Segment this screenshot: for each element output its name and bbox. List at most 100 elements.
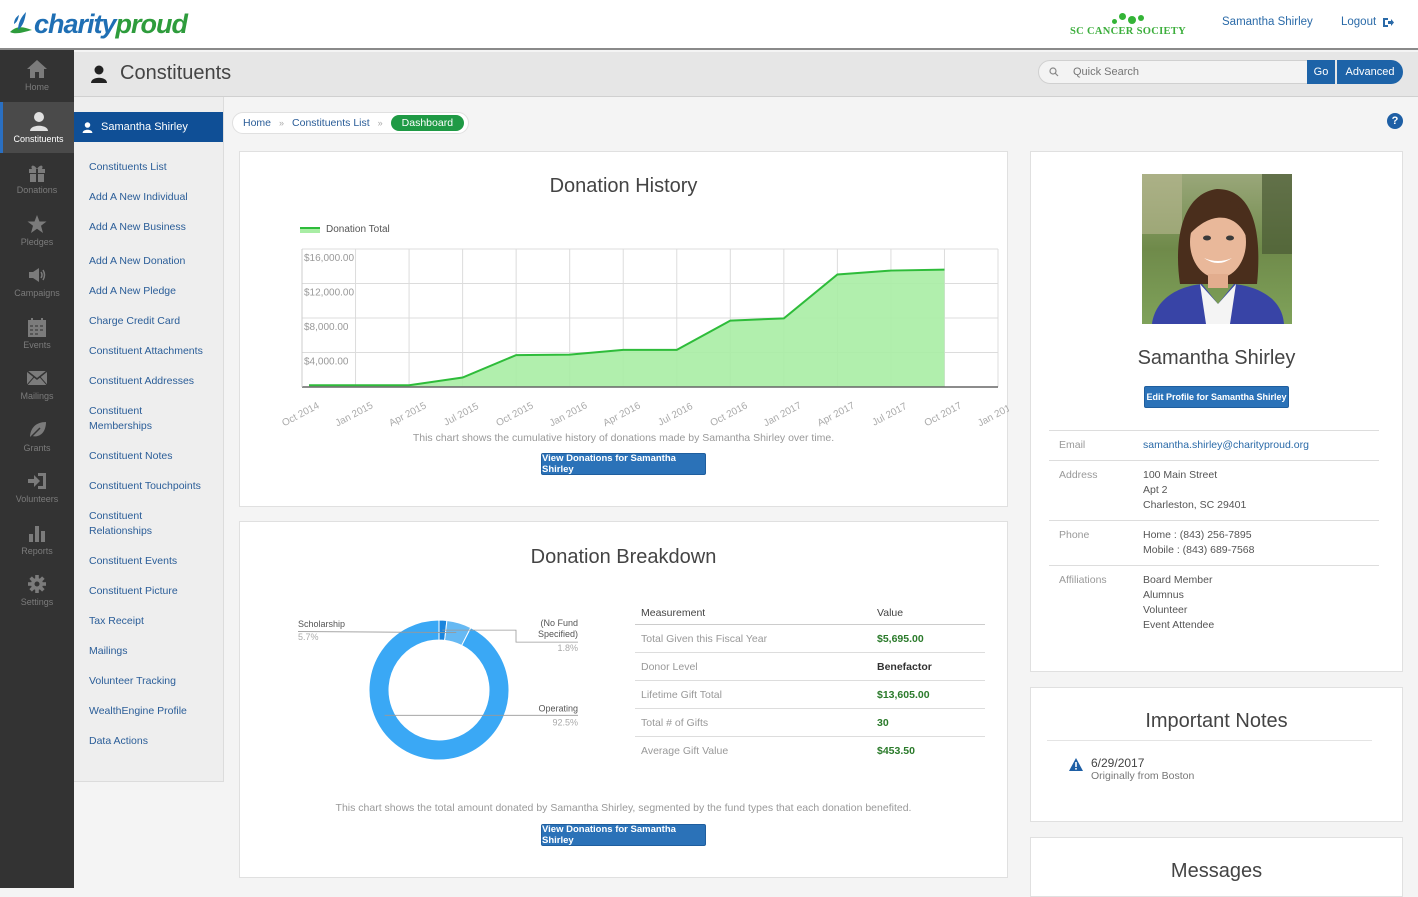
user-icon	[90, 65, 108, 83]
table-header-row: Measurement Value	[635, 602, 985, 625]
breadcrumb-separator: »	[378, 118, 383, 128]
measurement-value: 30	[871, 709, 985, 737]
column-header-value: Value	[871, 602, 985, 625]
star-icon	[26, 214, 48, 234]
phone-value: Home : (843) 256-7895 Mobile : (843) 689…	[1133, 521, 1379, 566]
y-tick-label: $12,000.00	[304, 288, 354, 299]
sign-in-icon	[26, 471, 48, 491]
breadcrumb-current: Dashboard	[391, 115, 464, 131]
slice-label: Scholarship	[298, 619, 345, 629]
subnav-volunteer-tracking[interactable]: Volunteer Tracking	[89, 674, 176, 689]
subnav-memberships[interactable]: Constituent Memberships	[89, 404, 169, 434]
x-tick-label: Apr 2016	[602, 400, 643, 429]
nav-label: Settings	[21, 597, 54, 607]
nav-home[interactable]: Home	[0, 50, 74, 102]
current-user-link[interactable]: Samantha Shirley	[1222, 16, 1313, 28]
subnav-add-individual[interactable]: Add A New Individual	[89, 190, 188, 205]
address-line: Charleston, SC 29401	[1143, 498, 1369, 513]
slice-label: (No Fund	[540, 618, 578, 628]
search-go-button[interactable]: Go	[1307, 60, 1335, 84]
subnav-constituents-list[interactable]: Constituents List	[89, 160, 167, 175]
affiliations-label: Affiliations	[1049, 566, 1133, 641]
messages-title: Messages	[1031, 860, 1402, 883]
affiliations-value: Board Member Alumnus Volunteer Event Att…	[1133, 566, 1379, 641]
logout-link[interactable]: Logout	[1341, 16, 1394, 28]
nav-events[interactable]: Events	[0, 308, 74, 360]
subnav-charge-credit-card[interactable]: Charge Credit Card	[89, 314, 180, 329]
help-icon[interactable]: ?	[1387, 113, 1403, 129]
address-value: 100 Main Street Apt 2 Charleston, SC 294…	[1133, 461, 1379, 521]
warning-icon	[1069, 758, 1083, 771]
x-tick-label: Oct 2015	[494, 400, 535, 429]
measurement-label: Average Gift Value	[635, 737, 871, 765]
bar-chart-icon	[26, 523, 48, 543]
nav-mailings[interactable]: Mailings	[0, 359, 74, 411]
legend-swatch	[300, 227, 320, 233]
x-tick-label: Apr 2017	[816, 400, 857, 429]
quick-search-input[interactable]	[1073, 66, 1293, 78]
column-header-measurement: Measurement	[635, 602, 871, 625]
profile-card: Samantha Shirley Edit Profile for Samant…	[1030, 151, 1403, 672]
user-icon	[28, 111, 50, 131]
subnav-data-actions[interactable]: Data Actions	[89, 734, 148, 749]
nav-volunteers[interactable]: Volunteers	[0, 462, 74, 514]
subnav-touchpoints[interactable]: Constituent Touchpoints	[89, 479, 201, 494]
affiliation-item: Board Member	[1143, 573, 1369, 588]
note-item: 6/29/2017 Originally from Boston	[1069, 756, 1194, 782]
table-row: Total # of Gifts30	[635, 709, 985, 737]
home-icon	[26, 59, 48, 79]
note-date: 6/29/2017	[1091, 756, 1194, 770]
subnav-notes[interactable]: Constituent Notes	[89, 449, 172, 464]
edit-profile-button[interactable]: Edit Profile for Samantha Shirley	[1144, 386, 1289, 408]
x-tick-label: Jul 2016	[656, 401, 695, 429]
nav-donations[interactable]: Donations	[0, 153, 74, 205]
view-donations-button[interactable]: View Donations for Samantha Shirley	[541, 824, 706, 846]
nav-grants[interactable]: Grants	[0, 411, 74, 463]
nav-label: Donations	[17, 185, 58, 195]
constituent-name-header[interactable]: Samantha Shirley	[74, 112, 223, 142]
subnav-addresses[interactable]: Constituent Addresses	[89, 374, 194, 389]
breadcrumb-home[interactable]: Home	[243, 117, 271, 129]
nav-pledges[interactable]: Pledges	[0, 205, 74, 257]
profile-name: Samantha Shirley	[1031, 347, 1402, 370]
nav-constituents[interactable]: Constituents	[0, 102, 74, 154]
charityproud-logo[interactable]: charityproud	[8, 6, 187, 42]
gear-icon	[26, 574, 48, 594]
subnav-relationships[interactable]: Constituent Relationships	[89, 509, 169, 539]
important-notes-card: Important Notes 6/29/2017 Originally fro…	[1030, 687, 1403, 822]
user-icon	[82, 122, 93, 133]
subnav-mailings[interactable]: Mailings	[89, 644, 128, 659]
nav-settings[interactable]: Settings	[0, 565, 74, 617]
donation-breakdown-chart: (No FundSpecified)1.8%Scholarship5.7%Ope…	[280, 607, 640, 777]
brand-name: charityproud	[34, 9, 187, 40]
phone-label: Phone	[1049, 521, 1133, 566]
messages-card: Messages	[1030, 837, 1403, 897]
x-tick-label: Oct 2014	[280, 400, 321, 429]
constituent-sidebar: Samantha Shirley Constituents List Add A…	[74, 97, 224, 782]
table-row: Average Gift Value$453.50	[635, 737, 985, 765]
measurement-label: Total Given this Fiscal Year	[635, 625, 871, 653]
donation-history-title: Donation History	[240, 175, 1007, 198]
subnav-add-business[interactable]: Add A New Business	[89, 220, 186, 235]
view-donations-button[interactable]: View Donations for Samantha Shirley	[541, 453, 706, 475]
subnav-add-pledge[interactable]: Add A New Pledge	[89, 284, 176, 299]
leaf-icon	[26, 420, 48, 440]
slice-value: 92.5%	[552, 717, 578, 727]
subnav-add-donation[interactable]: Add A New Donation	[89, 254, 185, 269]
donation-history-caption: This chart shows the cumulative history …	[240, 432, 1007, 444]
nav-label: Events	[23, 340, 51, 350]
email-value[interactable]: samantha.shirley@charityproud.org	[1133, 431, 1379, 461]
breadcrumb-constituents-list[interactable]: Constituents List	[292, 117, 370, 129]
nav-reports[interactable]: Reports	[0, 514, 74, 566]
x-tick-label: Oct 2017	[923, 400, 964, 429]
nav-campaigns[interactable]: Campaigns	[0, 256, 74, 308]
subnav-picture[interactable]: Constituent Picture	[89, 584, 178, 599]
subnav-wealthengine[interactable]: WealthEngine Profile	[89, 704, 187, 719]
subnav-events[interactable]: Constituent Events	[89, 554, 177, 569]
subnav-tax-receipt[interactable]: Tax Receipt	[89, 614, 144, 629]
slice-value: 1.8%	[557, 643, 578, 653]
info-row-email: Email samantha.shirley@charityproud.org	[1049, 431, 1379, 461]
subnav-attachments[interactable]: Constituent Attachments	[89, 344, 203, 359]
advanced-search-button[interactable]: Advanced	[1337, 60, 1403, 84]
address-line: 100 Main Street	[1143, 468, 1369, 483]
